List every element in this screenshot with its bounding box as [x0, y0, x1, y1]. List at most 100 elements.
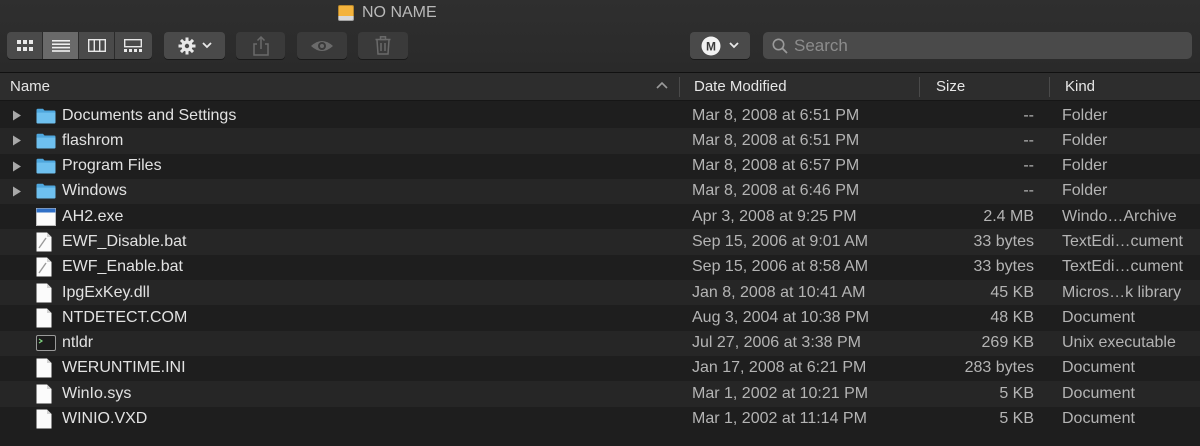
search-input[interactable]	[788, 34, 1176, 57]
folder-icon	[36, 128, 56, 153]
gear-icon	[178, 37, 195, 54]
file-row[interactable]: WinIo.sys Mar 1, 2002 at 10:21 PM 5 KB Docu…	[0, 381, 1200, 407]
file-row[interactable]: NTDETECT.COM Aug 3, 2004 at 10:38 PM 48 KB…	[0, 305, 1200, 330]
file-name: EWF_Enable.bat	[62, 258, 183, 276]
file-row[interactable]: flashrom Mar 8, 2008 at 6:51 PM -- Folder	[0, 128, 1200, 154]
file-size: 33 bytes	[973, 258, 1034, 276]
file-name: Windows	[62, 182, 127, 200]
file-kind: Folder	[1062, 157, 1108, 175]
date-column-label: Date Modified	[694, 78, 787, 95]
file-date-modified: Jul 27, 2006 at 3:38 PM	[692, 334, 861, 352]
disclosure-triangle-icon[interactable]	[12, 128, 24, 153]
columns-icon	[87, 39, 106, 52]
icon-view-button[interactable]	[7, 32, 43, 59]
file-row[interactable]: IpgExKey.dll Jan 8, 2008 at 10:41 AM 45 KB…	[0, 280, 1200, 306]
gallery-view-button[interactable]	[115, 32, 151, 59]
file-row[interactable]: Program Files Mar 8, 2008 at 6:57 PM -- Fol…	[0, 154, 1200, 179]
column-divider[interactable]	[1049, 77, 1050, 97]
folder-icon	[36, 103, 56, 128]
file-size: 269 KB	[981, 334, 1034, 352]
share-icon	[252, 35, 269, 56]
file-kind: Document	[1062, 308, 1135, 326]
document-icon	[36, 356, 56, 381]
file-size: 5 KB	[999, 384, 1034, 402]
eye-icon	[311, 40, 333, 51]
file-row[interactable]: ntldr Jul 27, 2006 at 3:38 PM 269 KB Unix e…	[0, 330, 1200, 356]
file-kind: TextEdi…cument	[1062, 232, 1183, 250]
disclosure-triangle-icon[interactable]	[12, 179, 24, 204]
file-name: IpgExKey.dll	[62, 283, 150, 301]
search-field[interactable]	[763, 32, 1192, 59]
m-badge-letter: M	[706, 39, 716, 53]
file-row[interactable]: EWF_Enable.bat Sep 15, 2006 at 8:58 AM 33 …	[0, 255, 1200, 280]
file-name: ntldr	[62, 334, 94, 352]
file-size: 48 KB	[990, 308, 1034, 326]
file-size: 45 KB	[990, 283, 1034, 301]
text-file-icon	[36, 229, 56, 254]
file-kind: Folder	[1062, 106, 1108, 124]
sort-ascending-icon[interactable]	[656, 81, 668, 89]
file-kind: Folder	[1062, 131, 1108, 149]
file-size: 283 bytes	[964, 359, 1034, 377]
grid-icon	[16, 39, 33, 51]
file-size: 2.4 MB	[983, 207, 1034, 225]
external-drive-icon	[338, 5, 354, 21]
kind-column-header[interactable]: Kind	[1065, 73, 1095, 100]
view-mode-segmented-control	[7, 32, 152, 59]
terminal-icon	[36, 331, 56, 356]
file-name: flashrom	[62, 131, 124, 149]
file-date-modified: Mar 1, 2002 at 11:14 PM	[692, 410, 867, 428]
list-view-button[interactable]	[43, 32, 79, 59]
file-date-modified: Apr 3, 2008 at 9:25 PM	[692, 207, 857, 225]
file-date-modified: Jan 17, 2008 at 6:21 PM	[692, 359, 867, 377]
file-kind: Document	[1062, 410, 1135, 428]
file-row[interactable]: Documents and Settings Mar 8, 2008 at 6:5…	[0, 103, 1200, 128]
window-toolbar: NO NAME M Search	[0, 0, 1200, 73]
document-icon	[36, 305, 56, 330]
column-view-button[interactable]	[79, 32, 115, 59]
size-column-header[interactable]: Size	[936, 73, 965, 100]
folder-icon	[36, 179, 56, 204]
file-kind: Unix executable	[1062, 334, 1176, 352]
action-menu-button[interactable]	[164, 32, 225, 59]
move-to-trash-button[interactable]	[358, 32, 408, 59]
date-modified-column-header[interactable]: Date Modified	[694, 73, 787, 100]
column-divider[interactable]	[919, 77, 920, 97]
file-kind: Document	[1062, 359, 1135, 377]
file-row[interactable]: Windows Mar 8, 2008 at 6:46 PM -- Folder	[0, 178, 1200, 205]
file-row[interactable]: WERUNTIME.INI Jan 17, 2008 at 6:21 PM 283 …	[0, 356, 1200, 381]
size-column-label: Size	[936, 78, 966, 95]
file-name: EWF_Disable.bat	[62, 232, 187, 250]
document-icon	[36, 407, 56, 432]
list-icon	[51, 39, 70, 52]
file-size: --	[1023, 106, 1034, 124]
window-title-text: NO NAME	[362, 4, 437, 21]
trash-icon	[375, 36, 391, 55]
file-name: NTDETECT.COM	[62, 308, 188, 326]
name-column-header[interactable]: Name	[10, 73, 50, 100]
gallery-icon	[124, 39, 142, 52]
group-by-button[interactable]: M	[690, 32, 750, 59]
file-name: Documents and Settings	[62, 106, 237, 124]
disclosure-triangle-icon[interactable]	[12, 154, 24, 179]
file-size: --	[1023, 182, 1034, 200]
file-name: Program Files	[62, 157, 162, 175]
name-column-label: Name	[10, 78, 51, 95]
file-kind: Micros…k library	[1062, 283, 1182, 301]
column-header-row: Name Date Modified Size Kind	[0, 73, 1200, 101]
file-kind: TextEdi…cument	[1062, 258, 1183, 276]
file-date-modified: Aug 3, 2004 at 10:38 PM	[692, 308, 870, 326]
file-row[interactable]: EWF_Disable.bat Sep 15, 2006 at 9:01 AM 33…	[0, 229, 1200, 255]
document-icon	[36, 381, 56, 406]
file-row[interactable]: AH2.exe Apr 3, 2008 at 9:25 PM 2.4 MB Windo…	[0, 204, 1200, 229]
file-size: 33 bytes	[973, 232, 1034, 250]
file-date-modified: Mar 8, 2008 at 6:51 PM	[692, 131, 860, 149]
file-name: WINIO.VXD	[62, 410, 148, 428]
search-icon	[772, 38, 788, 54]
disclosure-triangle-icon[interactable]	[12, 103, 24, 128]
column-divider[interactable]	[679, 77, 680, 97]
quick-look-button[interactable]	[297, 32, 347, 59]
share-button[interactable]	[236, 32, 285, 59]
exe-file-icon	[36, 204, 56, 229]
file-row[interactable]: WINIO.VXD Mar 1, 2002 at 11:14 PM 5 KB Docu…	[0, 407, 1200, 432]
